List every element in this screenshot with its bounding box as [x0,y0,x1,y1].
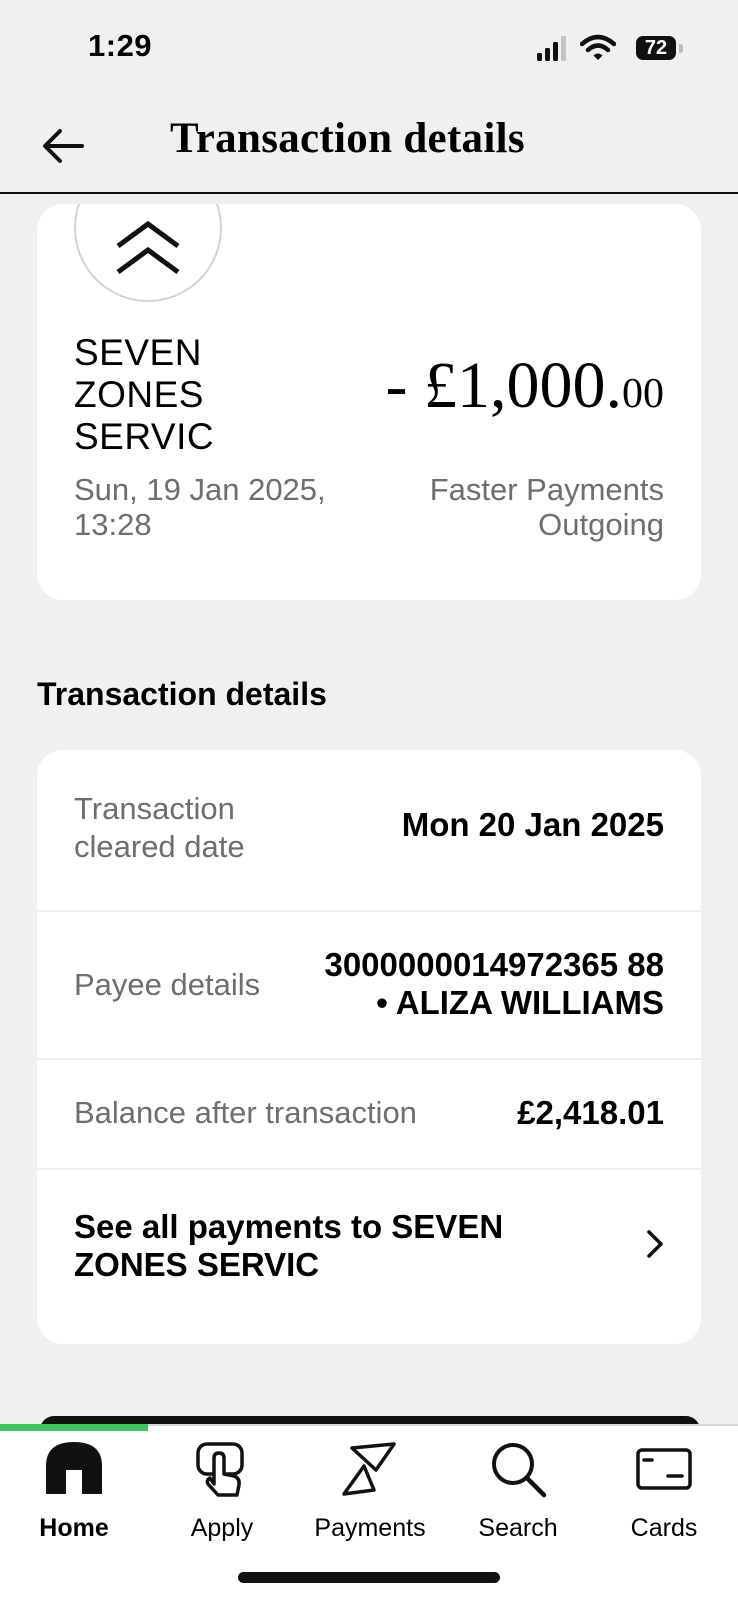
page-title: Transaction details [170,115,525,162]
see-all-payments-label: See all payments to SEVEN ZONES SERVIC [74,1208,504,1283]
transaction-summary-card: SEVEN ZONES SERVIC - £1,000.00 Sun, 19 J… [37,204,701,600]
tab-cards[interactable]: Cards [590,1440,738,1550]
tab-search[interactable]: Search [444,1440,592,1550]
chevron-right-icon [647,1230,663,1258]
transaction-amount: - £1,000.00 [386,348,664,424]
chevrons-up-icon [116,220,180,275]
payee-details-row: Payee details 3000000014972365 88 • ALIZ… [37,910,701,1060]
bottom-tab-bar: Home Apply Payments Search Cards [0,1424,738,1602]
balance-after-value: £2,418.01 [517,1094,664,1131]
battery-tip [679,44,683,53]
cleared-date-label: Transaction cleared date [74,791,245,864]
home-icon [46,1442,102,1494]
amount-sign: - [385,349,424,422]
merchant-logo [74,204,222,302]
home-indicator [238,1572,500,1583]
balance-after-row: Balance after transaction £2,418.01 [37,1058,701,1170]
tab-search-label: Search [478,1514,558,1542]
see-all-payments-link[interactable]: See all payments to SEVEN ZONES SERVIC [37,1168,701,1344]
status-bar: 1:29 72 [0,0,738,100]
cleared-date-row: Transaction cleared date Mon 20 Jan 2025 [37,750,701,912]
section-heading: Transaction details [37,676,327,712]
payee-details-label: Payee details [74,967,261,1002]
search-icon [492,1443,547,1498]
cleared-date-value: Mon 20 Jan 2025 [401,806,664,843]
merchant-name: SEVEN ZONES SERVIC [74,332,215,457]
wifi-icon [580,34,616,60]
balance-after-label: Balance after transaction [74,1095,417,1130]
tab-payments[interactable]: Payments [296,1440,444,1550]
battery-indicator: 72 [636,36,676,60]
payments-icon [342,1442,396,1496]
status-time: 1:29 [88,28,153,63]
tab-payments-label: Payments [314,1514,426,1542]
tab-apply[interactable]: Apply [148,1440,296,1550]
tab-progress-bar [0,1424,148,1431]
amount-pence: 00 [622,371,664,417]
transaction-details-card: Transaction cleared date Mon 20 Jan 2025… [37,750,701,1344]
cellular-signal-icon [537,36,566,61]
payee-details-value: 3000000014972365 88 • ALIZA WILLIAMS [324,946,664,1021]
transaction-datetime: Sun, 19 Jan 2025, 13:28 [74,472,326,542]
transaction-type: Faster Payments Outgoing [429,472,664,542]
amount-main: £1,000. [424,349,622,422]
back-arrow-icon[interactable] [36,118,92,174]
tab-home-label: Home [39,1514,109,1542]
tab-cards-label: Cards [630,1514,698,1542]
card-icon [636,1448,692,1490]
page-header: Transaction details [0,100,738,194]
apply-hand-icon [196,1442,244,1497]
tab-apply-label: Apply [190,1514,254,1542]
tab-home[interactable]: Home [0,1440,148,1550]
